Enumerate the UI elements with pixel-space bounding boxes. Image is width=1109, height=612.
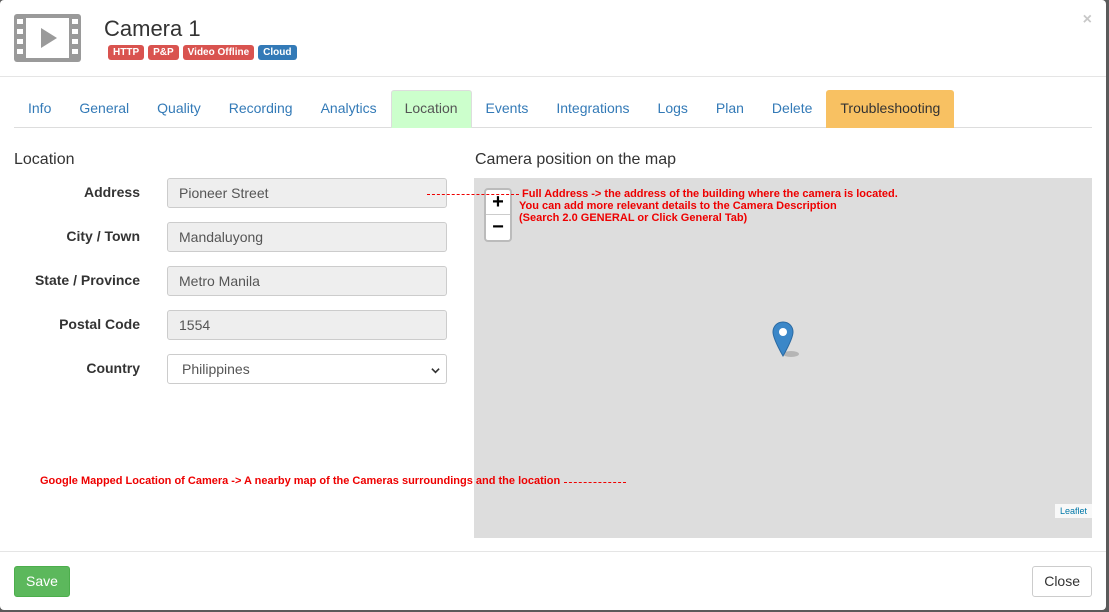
location-section-title: Location (14, 151, 75, 168)
postal-input[interactable]: 1554 (167, 310, 447, 340)
tab-logs[interactable]: Logs (644, 90, 702, 128)
status-badges: HTTP P&P Video Offline Cloud (108, 45, 297, 60)
modal-header: Camera 1 HTTP P&P Video Offline Cloud × (0, 0, 1106, 77)
state-row: State / Province Metro Manila (14, 266, 447, 296)
video-file-icon (14, 14, 81, 62)
camera-settings-modal: Camera 1 HTTP P&P Video Offline Cloud × … (0, 0, 1106, 610)
address-row: Address Pioneer Street (14, 178, 447, 208)
close-icon[interactable]: × (1083, 11, 1092, 29)
tab-recording[interactable]: Recording (215, 90, 307, 128)
map-attribution[interactable]: Leaflet (1054, 504, 1092, 518)
modal-footer: Save Close (0, 551, 1106, 610)
badge-pnp: P&P (148, 45, 179, 60)
tab-bar: Info General Quality Recording Analytics… (14, 90, 1092, 128)
postal-row: Postal Code 1554 (14, 310, 447, 340)
state-input[interactable]: Metro Manila (167, 266, 447, 296)
map-annotation-pointer-line (564, 482, 626, 483)
city-row: City / Town Mandaluyong (14, 222, 447, 252)
city-label: City / Town (66, 228, 140, 244)
address-annotation-2: You can add more relevant details to the… (519, 200, 837, 212)
tab-events[interactable]: Events (472, 90, 543, 128)
address-annotation-3: (Search 2.0 GENERAL or Click General Tab… (519, 212, 748, 224)
state-label: State / Province (34, 272, 140, 288)
badge-http: HTTP (108, 45, 145, 60)
tab-troubleshooting[interactable]: Troubleshooting (826, 90, 955, 128)
badge-video-offline: Video Offline (182, 45, 255, 60)
address-label: Address (83, 184, 140, 200)
zoom-control: + − (484, 188, 512, 242)
tab-analytics[interactable]: Analytics (307, 90, 391, 128)
close-button[interactable]: Close (1032, 566, 1092, 597)
badge-cloud: Cloud (258, 45, 297, 60)
tab-general[interactable]: General (65, 90, 143, 128)
map-section-title: Camera position on the map (475, 151, 676, 168)
postal-label: Postal Code (59, 316, 140, 332)
address-annotation-1: Full Address -> the address of the build… (522, 188, 898, 200)
location-map[interactable]: + − Leaflet (474, 178, 1092, 538)
tab-plan[interactable]: Plan (702, 90, 758, 128)
tab-quality[interactable]: Quality (143, 90, 215, 128)
save-button[interactable]: Save (14, 566, 70, 597)
map-marker-icon[interactable] (772, 321, 802, 359)
city-input[interactable]: Mandaluyong (167, 222, 447, 252)
tab-info[interactable]: Info (14, 90, 65, 128)
country-select[interactable]: Philippines (167, 354, 447, 384)
country-value: Philippines (182, 361, 250, 377)
tab-delete[interactable]: Delete (758, 90, 826, 128)
address-input[interactable]: Pioneer Street (167, 178, 447, 208)
country-row: Country Philippines (14, 354, 447, 384)
tab-integrations[interactable]: Integrations (542, 90, 643, 128)
annotation-pointer-line (427, 194, 519, 195)
camera-title: Camera 1 (104, 16, 201, 41)
country-label: Country (86, 360, 140, 376)
map-annotation: Google Mapped Location of Camera -> A ne… (40, 475, 561, 487)
chevron-down-icon (431, 368, 440, 374)
zoom-out-button[interactable]: − (486, 215, 510, 240)
tab-location[interactable]: Location (390, 90, 472, 128)
